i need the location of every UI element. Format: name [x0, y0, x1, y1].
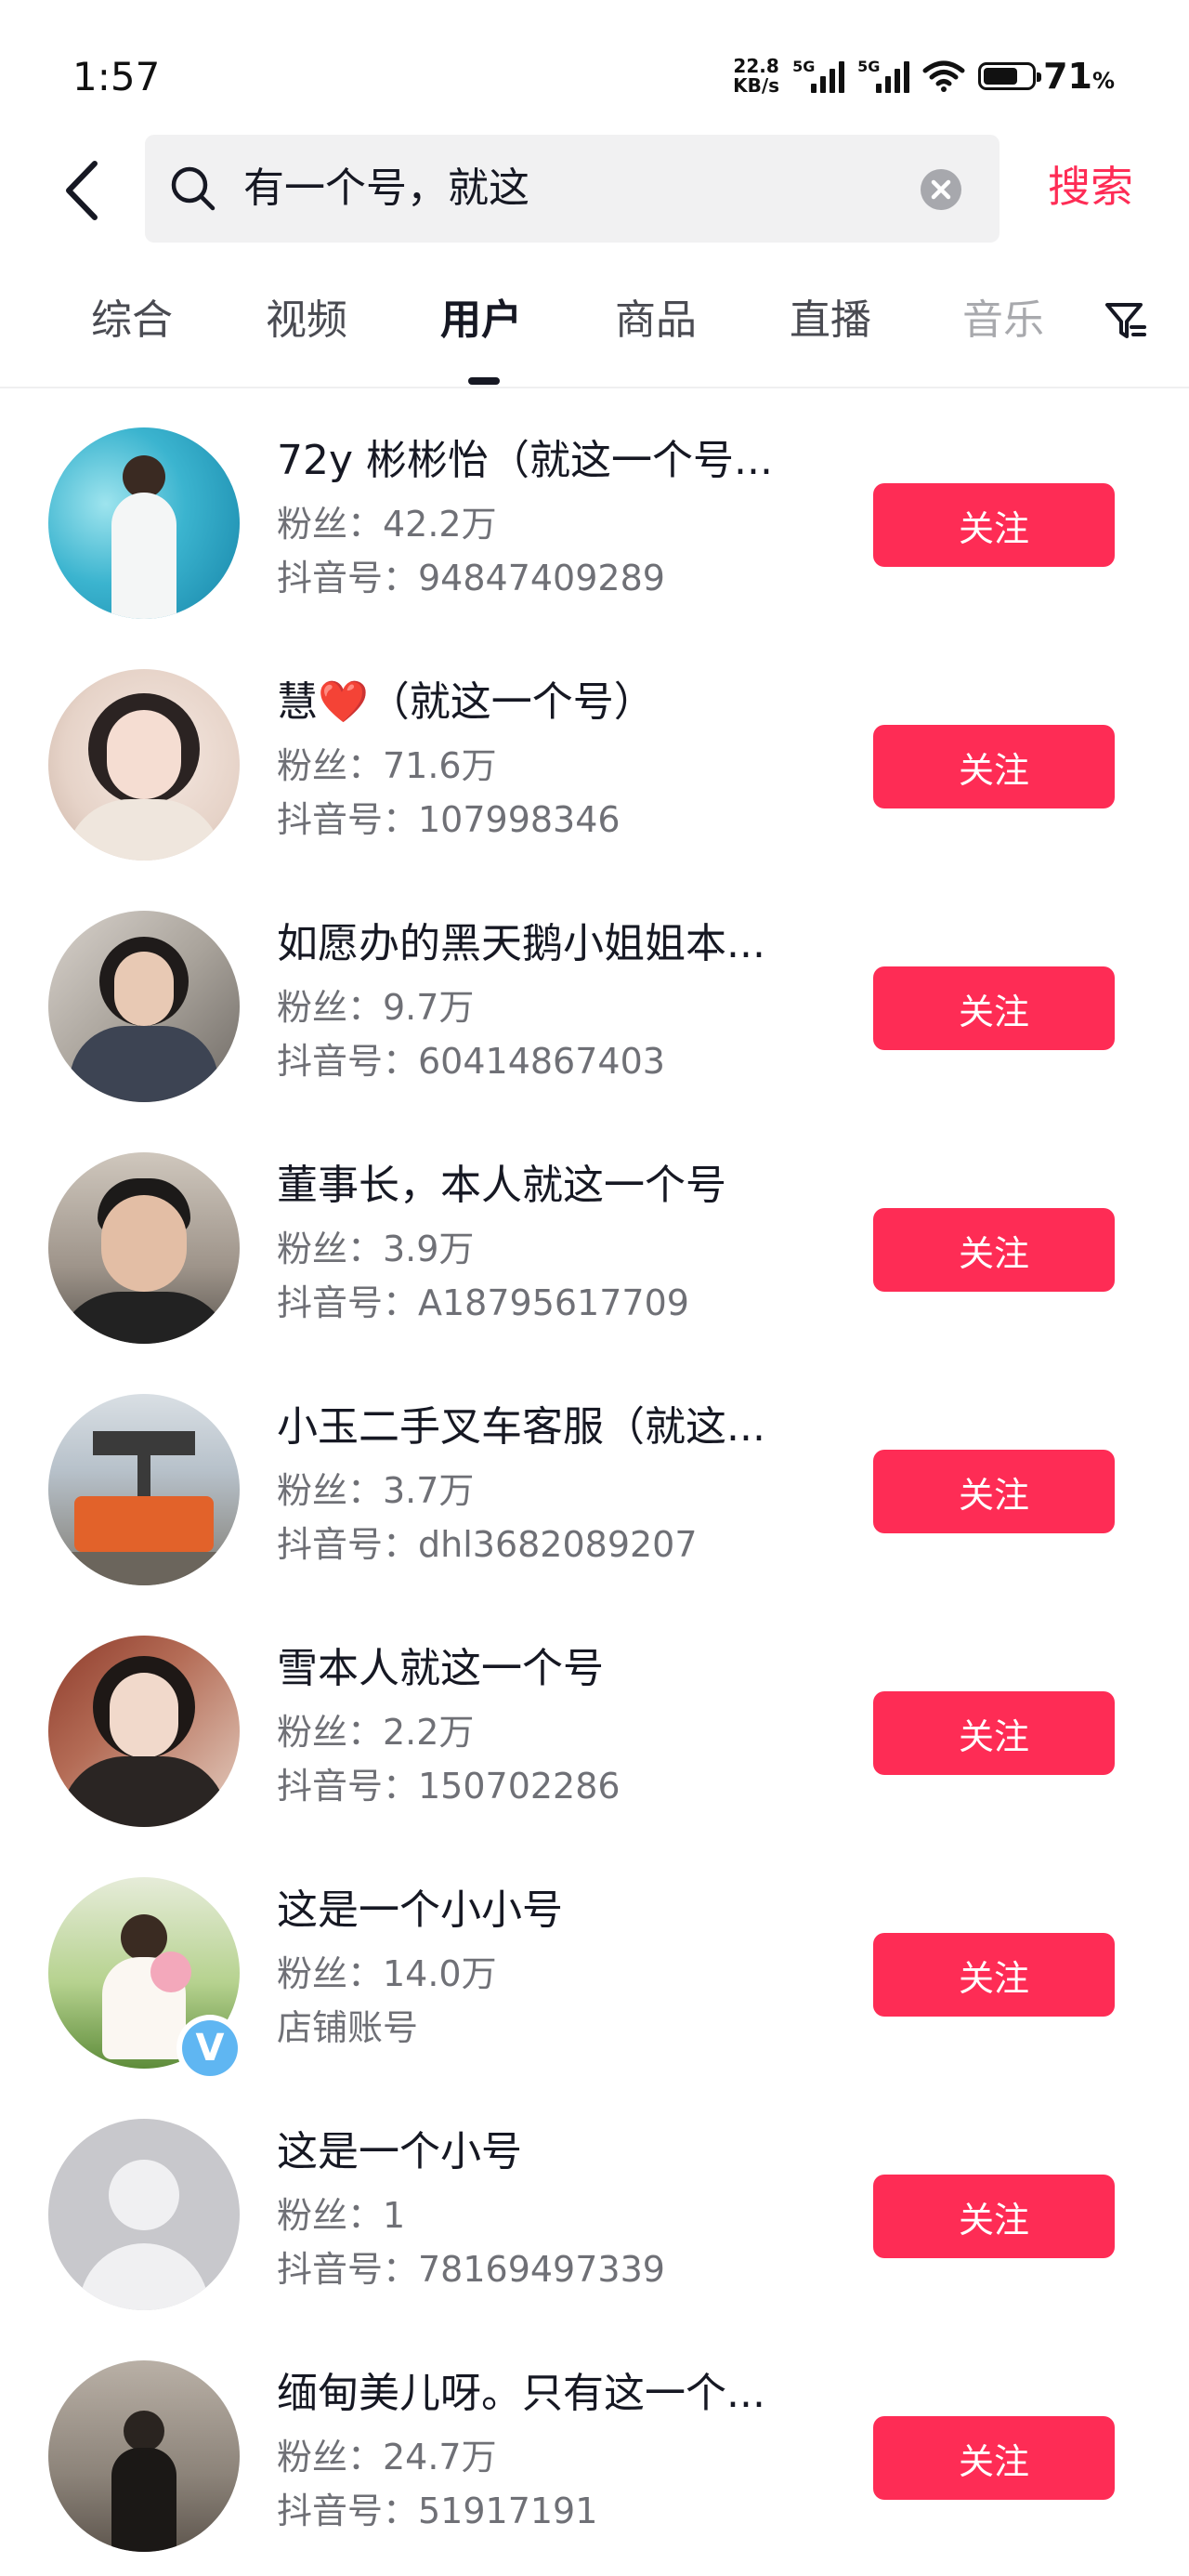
user-douyin-id: 抖音号：150702286	[277, 1766, 621, 1807]
follow-button[interactable]: 关注	[873, 725, 1115, 808]
battery-indicator: 71%	[978, 56, 1115, 97]
user-douyin-id: 抖音号：A18795617709	[277, 1282, 689, 1323]
follow-button[interactable]: 关注	[873, 1933, 1115, 2017]
user-fans-count: 粉丝：71.6万	[277, 745, 497, 786]
search-icon	[171, 166, 216, 211]
avatar[interactable]	[48, 1394, 240, 1585]
battery-percent: 71%	[1043, 56, 1115, 97]
network-speed-unit: KB/s	[733, 74, 780, 97]
verified-badge: V	[176, 2015, 243, 2082]
search-query-text: 有一个号，就这	[243, 164, 529, 212]
avatar[interactable]	[48, 669, 240, 861]
user-douyin-id: 抖音号：51917191	[277, 2491, 598, 2531]
user-douyin-id: 抖音号：dhl3682089207	[277, 1524, 698, 1565]
search-input[interactable]: 有一个号，就这	[145, 135, 1000, 243]
user-item[interactable]: V 这是一个小小号 粉丝：14.0万 店铺账号 关注	[0, 1849, 1189, 2091]
user-douyin-id: 抖音号：94847409289	[277, 558, 665, 598]
clear-search-icon[interactable]	[920, 168, 962, 211]
search-submit-button[interactable]: 搜索	[1048, 156, 1133, 217]
tab-live[interactable]: 直播	[790, 279, 871, 362]
user-item[interactable]: 慧❤️（就这一个号） 粉丝：71.6万 抖音号：107998346 关注	[0, 641, 1189, 883]
tab-music[interactable]: 音乐	[962, 279, 1044, 362]
user-result-list: 72y 彬彬怡（就这一个号... 粉丝：42.2万 抖音号：9484740928…	[0, 400, 1189, 2574]
tab-users[interactable]: 用户	[440, 279, 522, 362]
back-button[interactable]	[54, 153, 110, 228]
follow-button[interactable]: 关注	[873, 1450, 1115, 1533]
user-name: 如愿办的黑天鹅小姐姐本...	[277, 920, 765, 967]
user-douyin-id: 抖音号：107998346	[277, 799, 621, 840]
user-fans-count: 粉丝：24.7万	[277, 2437, 497, 2477]
user-item[interactable]: 这是一个小号 粉丝：1 抖音号：78169497339 关注	[0, 2091, 1189, 2333]
network-speed: 22.8 KB/s	[733, 57, 779, 96]
avatar[interactable]	[48, 2360, 240, 2552]
user-fans-count: 粉丝：9.7万	[277, 987, 475, 1028]
user-item[interactable]: 小玉二手叉车客服（就这... 粉丝：3.7万 抖音号：dhl3682089207…	[0, 1366, 1189, 1608]
shop-account-label: 店铺账号	[277, 2007, 419, 2048]
follow-button[interactable]: 关注	[873, 2175, 1115, 2258]
user-name: 慧❤️（就这一个号）	[277, 678, 655, 726]
back-arrow-icon	[66, 161, 98, 220]
tab-videos[interactable]: 视频	[266, 279, 347, 362]
user-item[interactable]: 董事长，本人就这一个号 粉丝：3.9万 抖音号：A18795617709 关注	[0, 1124, 1189, 1366]
status-icons: 22.8 KB/s 5G 5G 71%	[733, 52, 1115, 100]
tabs-divider	[0, 387, 1189, 388]
signal-1-icon: 5G	[792, 56, 845, 97]
user-fans-count: 粉丝：1	[277, 2195, 406, 2236]
follow-button[interactable]: 关注	[873, 966, 1115, 1050]
user-fans-count: 粉丝：42.2万	[277, 504, 497, 545]
user-douyin-id: 抖音号：78169497339	[277, 2249, 665, 2290]
follow-button[interactable]: 关注	[873, 483, 1115, 567]
tab-comprehensive[interactable]: 综合	[91, 279, 173, 362]
follow-button[interactable]: 关注	[873, 2416, 1115, 2500]
user-name: 72y 彬彬怡（就这一个号...	[277, 437, 773, 484]
user-name: 雪本人就这一个号	[277, 1645, 604, 1692]
avatar[interactable]	[48, 427, 240, 619]
battery-icon	[978, 62, 1042, 90]
user-name: 小玉二手叉车客服（就这...	[277, 1403, 765, 1451]
avatar[interactable]	[48, 1152, 240, 1344]
user-fans-count: 粉丝：3.9万	[277, 1229, 475, 1269]
follow-button[interactable]: 关注	[873, 1208, 1115, 1292]
user-name: 董事长，本人就这一个号	[277, 1162, 726, 1209]
user-item[interactable]: 缅甸美儿呀。只有这一个... 粉丝：24.7万 抖音号：51917191 关注	[0, 2333, 1189, 2574]
filter-icon[interactable]	[1104, 299, 1148, 344]
user-name: 缅甸美儿呀。只有这一个...	[277, 2370, 765, 2417]
user-fans-count: 粉丝：2.2万	[277, 1712, 475, 1753]
status-bar: 1:57 22.8 KB/s 5G 5G 71%	[0, 0, 1189, 139]
tab-products[interactable]: 商品	[615, 279, 697, 362]
status-time: 1:57	[72, 54, 161, 99]
network-speed-value: 22.8	[733, 55, 779, 77]
default-avatar-icon[interactable]	[48, 2119, 240, 2310]
user-fans-count: 粉丝：3.7万	[277, 1470, 475, 1511]
user-fans-count: 粉丝：14.0万	[277, 1953, 497, 1994]
user-name: 这是一个小小号	[277, 1886, 563, 1934]
avatar[interactable]	[48, 911, 240, 1102]
signal-2-icon: 5G	[857, 56, 910, 97]
user-name: 这是一个小号	[277, 2128, 522, 2175]
avatar[interactable]	[48, 1636, 240, 1827]
user-item[interactable]: 如愿办的黑天鹅小姐姐本... 粉丝：9.7万 抖音号：60414867403 关…	[0, 883, 1189, 1124]
follow-button[interactable]: 关注	[873, 1691, 1115, 1775]
search-result-tabs: 综合 视频 用户 商品 直播 音乐	[0, 279, 1189, 381]
user-item[interactable]: 雪本人就这一个号 粉丝：2.2万 抖音号：150702286 关注	[0, 1608, 1189, 1849]
wifi-icon	[922, 59, 965, 93]
user-douyin-id: 抖音号：60414867403	[277, 1041, 665, 1082]
user-item[interactable]: 72y 彬彬怡（就这一个号... 粉丝：42.2万 抖音号：9484740928…	[0, 400, 1189, 641]
active-tab-indicator	[468, 377, 500, 385]
verified-v-icon: V	[182, 2020, 238, 2076]
